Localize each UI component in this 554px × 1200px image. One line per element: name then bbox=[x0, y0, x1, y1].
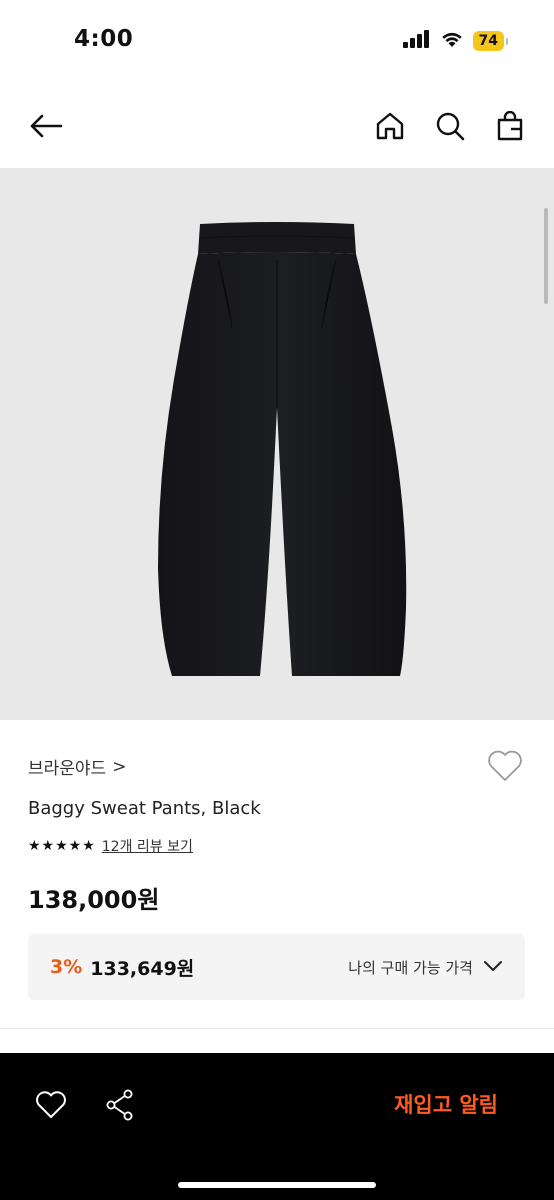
search-icon[interactable] bbox=[428, 106, 472, 146]
back-arrow-icon[interactable] bbox=[26, 108, 66, 144]
wishlist-heart-icon[interactable] bbox=[486, 748, 524, 784]
home-icon[interactable] bbox=[368, 106, 412, 146]
bottom-action-bar: 재입고 알림 bbox=[0, 1053, 554, 1200]
sweat-pants-image bbox=[158, 222, 407, 676]
wifi-icon bbox=[440, 30, 464, 52]
home-indicator bbox=[178, 1182, 376, 1188]
product-price: 138,000원 bbox=[28, 886, 160, 914]
discount-rate: 3% bbox=[50, 956, 83, 978]
wishlist-heart-icon-bottom[interactable] bbox=[30, 1085, 72, 1125]
my-price-label: 나의 구매 가능 가격 bbox=[348, 958, 473, 977]
my-price-toggle[interactable]: 나의 구매 가능 가격 bbox=[348, 957, 503, 978]
status-bar: 4:00 74 bbox=[0, 0, 554, 84]
battery-tip bbox=[506, 37, 508, 45]
product-info: 브라운야드 > Baggy Sweat Pants, Black ★★★★★ 1… bbox=[0, 720, 554, 1028]
brand-link[interactable]: 브라운야드 > bbox=[28, 754, 127, 780]
share-icon[interactable] bbox=[100, 1085, 140, 1125]
review-link[interactable]: 12개 리뷰 보기 bbox=[102, 836, 193, 856]
shopping-bag-icon[interactable] bbox=[488, 106, 532, 146]
star-rating-icon: ★★★★★ bbox=[28, 838, 96, 854]
my-price-value: 133,649원 bbox=[90, 957, 195, 980]
product-name: Baggy Sweat Pants, Black bbox=[28, 798, 261, 819]
chevron-right-icon: > bbox=[112, 756, 127, 777]
chevron-down-icon bbox=[483, 958, 503, 976]
cellular-signal-icon bbox=[402, 30, 431, 52]
image-scroll-indicator bbox=[544, 208, 548, 304]
restock-alert-button[interactable]: 재입고 알림 bbox=[394, 1089, 498, 1119]
nav-actions bbox=[368, 106, 532, 146]
battery-level: 74 bbox=[472, 31, 504, 51]
top-nav-bar bbox=[0, 84, 554, 168]
status-icons: 74 bbox=[402, 30, 508, 52]
status-time: 4:00 bbox=[74, 26, 134, 52]
content-gap bbox=[0, 1029, 554, 1053]
rating-row: ★★★★★ 12개 리뷰 보기 bbox=[28, 836, 193, 856]
my-price-box[interactable]: 3% 133,649원 나의 구매 가능 가격 bbox=[28, 934, 525, 1000]
brand-name: 브라운야드 bbox=[28, 759, 107, 779]
product-image[interactable] bbox=[0, 168, 554, 720]
